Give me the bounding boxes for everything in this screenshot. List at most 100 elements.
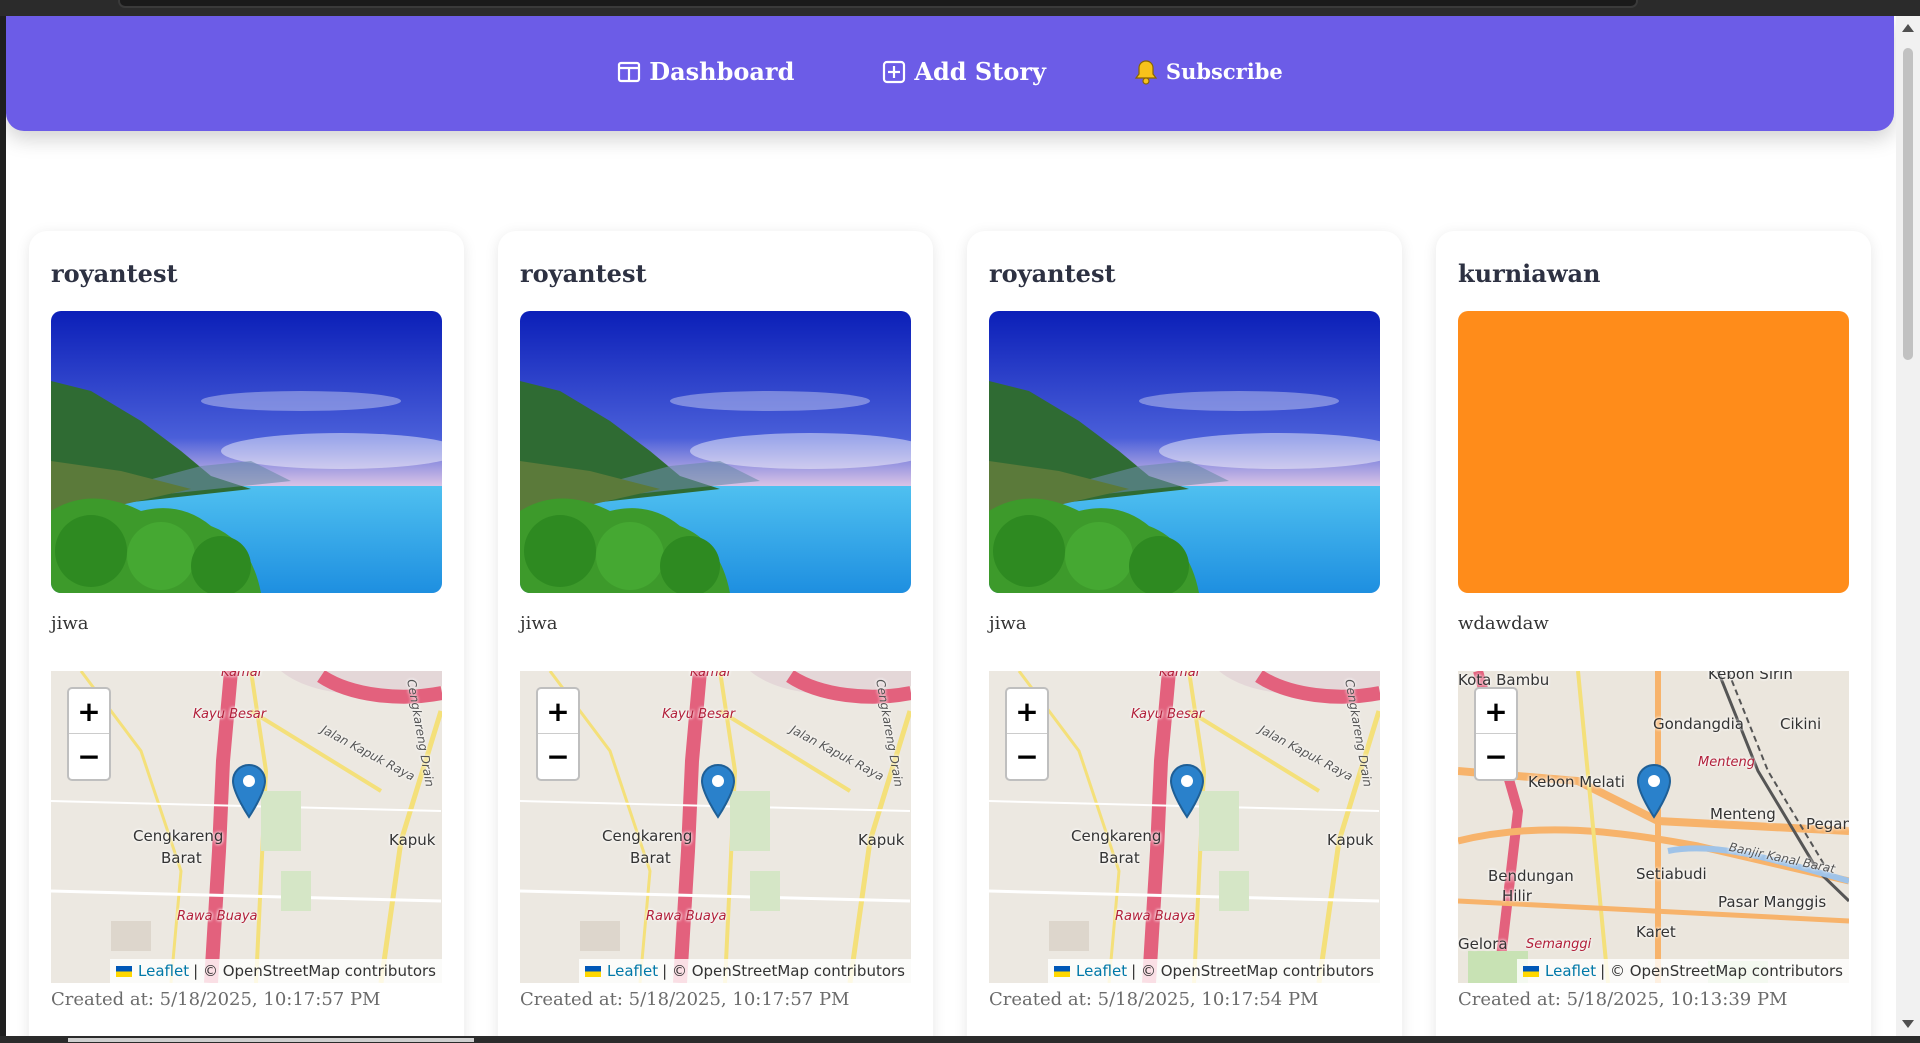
map-label: Rawa Buaya	[1115, 909, 1196, 924]
story-map[interactable]: Kebon Sirih Kota Bambu Gondangdia Cikini…	[1458, 671, 1849, 983]
story-created-date: Created at: 5/18/2025, 10:17:54 PM	[989, 989, 1319, 1010]
zoom-out-button[interactable]: −	[1007, 734, 1047, 779]
story-photo	[989, 311, 1380, 593]
story-card[interactable]: royantest jiwa Kamal Kayu Besar Jalan Ka…	[29, 231, 464, 1036]
map-label: Cikini	[1780, 715, 1822, 733]
story-description: wdawdaw	[1458, 613, 1549, 634]
osm-attribution: | © OpenStreetMap contributors	[662, 962, 905, 980]
leaflet-link[interactable]: Leaflet	[138, 962, 189, 980]
map-attribution: Leaflet | © OpenStreetMap contributors	[579, 959, 911, 983]
scroll-up-arrow-icon[interactable]	[1902, 24, 1914, 32]
map-marker-icon[interactable]	[1636, 763, 1672, 819]
ukraine-flag-icon	[1054, 965, 1071, 977]
story-map[interactable]: Kamal Kayu Besar Jalan Kapuk Raya Cengka…	[520, 671, 911, 983]
map-label: Pasar Manggis	[1718, 893, 1827, 911]
scroll-down-arrow-icon[interactable]	[1902, 1020, 1914, 1028]
horizontal-scrollbar[interactable]	[0, 1036, 1920, 1043]
map-label: Kamal	[221, 671, 262, 680]
map-label: Karet	[1636, 923, 1676, 941]
map-label: Pegangsaan	[1806, 815, 1849, 833]
story-created-date: Created at: 5/18/2025, 10:13:39 PM	[1458, 989, 1788, 1010]
map-label: Kapuk	[389, 831, 436, 849]
ukraine-flag-icon	[116, 965, 133, 977]
top-navbar: Dashboard Add Story Subscribe	[6, 16, 1894, 131]
map-label: Kamal	[690, 671, 731, 680]
zoom-out-button[interactable]: −	[1476, 734, 1516, 779]
map-label: Barat	[630, 849, 671, 867]
map-label: Kamal	[1159, 671, 1200, 680]
map-label: Kapuk	[1327, 831, 1374, 849]
vertical-scrollbar[interactable]	[1896, 16, 1920, 1036]
story-map[interactable]: Kamal Kayu Besar Jalan Kapuk Raya Cengka…	[989, 671, 1380, 983]
map-label: Bendungan	[1488, 867, 1574, 885]
story-author: royantest	[989, 259, 1116, 288]
osm-attribution: | © OpenStreetMap contributors	[193, 962, 436, 980]
story-created-date: Created at: 5/18/2025, 10:17:57 PM	[51, 989, 381, 1010]
story-map[interactable]: Kamal Kayu Besar Jalan Kapuk Raya Cengka…	[51, 671, 442, 983]
map-zoom-control: + −	[536, 687, 580, 781]
map-attribution: Leaflet | © OpenStreetMap contributors	[1517, 959, 1849, 983]
osm-attribution: | © OpenStreetMap contributors	[1600, 962, 1843, 980]
map-marker-icon[interactable]	[231, 763, 267, 819]
story-card[interactable]: kurniawan wdawdaw Kebon Sirih Kota Bambu…	[1436, 231, 1871, 1036]
map-label: Kayu Besar	[1131, 707, 1205, 722]
map-label: Cengkareng	[1071, 827, 1162, 845]
horizontal-scrollbar-thumb[interactable]	[68, 1038, 474, 1042]
map-label: Menteng	[1698, 755, 1756, 770]
map-label: Setiabudi	[1636, 865, 1707, 883]
zoom-in-button[interactable]: +	[1476, 689, 1516, 734]
map-label: Menteng	[1710, 805, 1776, 823]
map-label: Kayu Besar	[193, 707, 267, 722]
browser-top-bar	[0, 0, 1920, 16]
story-card[interactable]: royantest jiwa Kamal Kayu Besar Jalan Ka…	[967, 231, 1402, 1036]
story-description: jiwa	[989, 613, 1027, 634]
ukraine-flag-icon	[1523, 965, 1540, 977]
nav-dashboard-link[interactable]: Dashboard	[617, 57, 794, 86]
map-label: Gelora	[1458, 935, 1508, 953]
map-label: Rawa Buaya	[646, 909, 727, 924]
zoom-in-button[interactable]: +	[1007, 689, 1047, 734]
story-author: kurniawan	[1458, 259, 1601, 288]
ukraine-flag-icon	[585, 965, 602, 977]
map-attribution: Leaflet | © OpenStreetMap contributors	[110, 959, 442, 983]
zoom-out-button[interactable]: −	[69, 734, 109, 779]
map-label: Kapuk	[858, 831, 905, 849]
leaflet-link[interactable]: Leaflet	[1545, 962, 1596, 980]
map-label: Gondangdia	[1653, 715, 1744, 733]
story-list: royantest jiwa Kamal Kayu Besar Jalan Ka…	[29, 231, 1871, 1036]
map-label: Cengkareng	[133, 827, 224, 845]
map-zoom-control: + −	[1474, 687, 1518, 781]
story-card[interactable]: royantest jiwa Kamal Kayu Besar Jalan Ka…	[498, 231, 933, 1036]
nav-subscribe-label: Subscribe	[1165, 59, 1283, 84]
nav-add-story-link[interactable]: Add Story	[882, 57, 1046, 86]
nav-dashboard-label: Dashboard	[649, 57, 795, 86]
page-viewport: Dashboard Add Story Subscribe royantest	[6, 16, 1896, 1036]
map-label: Rawa Buaya	[177, 909, 258, 924]
map-label: Barat	[1099, 849, 1140, 867]
bell-icon	[1134, 59, 1158, 85]
story-author: royantest	[520, 259, 647, 288]
map-marker-icon[interactable]	[700, 763, 736, 819]
leaflet-link[interactable]: Leaflet	[607, 962, 658, 980]
story-photo	[520, 311, 911, 593]
map-label: Kebon Sirih	[1708, 671, 1793, 683]
zoom-out-button[interactable]: −	[538, 734, 578, 779]
map-label: Barat	[161, 849, 202, 867]
story-photo	[1458, 311, 1849, 593]
story-description: jiwa	[51, 613, 89, 634]
add-square-icon	[882, 60, 906, 84]
map-label: Hilir	[1502, 887, 1532, 905]
nav-add-story-label: Add Story	[914, 57, 1046, 86]
zoom-in-button[interactable]: +	[69, 689, 109, 734]
map-label: Kebon Melati	[1528, 773, 1625, 791]
address-bar[interactable]	[118, 0, 1638, 8]
leaflet-link[interactable]: Leaflet	[1076, 962, 1127, 980]
scrollbar-thumb[interactable]	[1903, 48, 1913, 360]
story-description: jiwa	[520, 613, 558, 634]
zoom-in-button[interactable]: +	[538, 689, 578, 734]
map-label: Kayu Besar	[662, 707, 736, 722]
map-marker-icon[interactable]	[1169, 763, 1205, 819]
story-created-date: Created at: 5/18/2025, 10:17:57 PM	[520, 989, 850, 1010]
nav-subscribe-link[interactable]: Subscribe	[1134, 59, 1283, 85]
map-zoom-control: + −	[67, 687, 111, 781]
